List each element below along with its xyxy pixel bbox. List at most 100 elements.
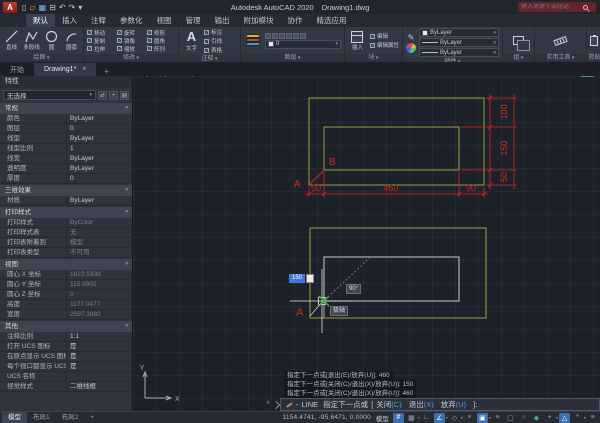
property-row[interactable]: 打印表附着到 模型	[0, 238, 132, 248]
lineweight-display-icon[interactable]: ≡	[492, 413, 503, 423]
ribbon-tab[interactable]: 协作	[281, 14, 310, 27]
command-option[interactable]: 放弃(U)	[441, 399, 466, 410]
match-properties-icon[interactable]: ✎	[408, 33, 415, 42]
section-header-3d[interactable]: 三维效果	[0, 185, 132, 196]
layer-tool-icon[interactable]	[265, 32, 271, 39]
section-header-general[interactable]: 常规	[0, 103, 132, 114]
modify-tool-button[interactable]: 阵列	[147, 45, 177, 53]
command-option[interactable]: 关闭(C)	[376, 399, 401, 410]
panel-label-annotate[interactable]: 注释	[179, 55, 240, 62]
ribbon-tab[interactable]: 插入	[55, 14, 84, 27]
property-row[interactable]: UCS 名称	[0, 372, 132, 382]
selection-cycling-icon[interactable]: ○	[518, 413, 529, 423]
dim-text-100[interactable]: 100	[499, 104, 509, 119]
property-row[interactable]: 图层 0	[0, 124, 132, 134]
layer-tool-icon[interactable]	[293, 32, 299, 39]
ribbon-tab[interactable]: 参数化	[113, 14, 150, 27]
modify-tool-button[interactable]: 拉伸	[87, 45, 117, 53]
layer-tool-icon[interactable]	[272, 32, 278, 39]
modify-tool-button[interactable]: 复制	[87, 37, 117, 45]
object-snap-icon[interactable]: ▣	[476, 412, 488, 423]
polyline-button[interactable]: 多段线	[23, 30, 40, 51]
ribbon-tab[interactable]: 输出	[208, 14, 237, 27]
label-a-top[interactable]: A	[294, 179, 301, 190]
command-line[interactable]: - LINE 指定下一点或 [ 关闭(C) 退出(X) 放弃(U) ]:	[280, 398, 600, 411]
property-row[interactable]: 每个视口都显示 UCS 是	[0, 362, 132, 372]
ortho-icon[interactable]: ∟	[421, 413, 432, 423]
linetype-dropdown[interactable]: ByLayer	[419, 48, 499, 57]
block-edit-button[interactable]: 编辑	[369, 32, 399, 40]
panel-label-modify[interactable]: 修改	[84, 54, 178, 62]
panel-label-utilities[interactable]: 实用工具	[535, 54, 586, 62]
object-color-dropdown[interactable]: ByLayer	[419, 28, 499, 37]
layer-properties-icon[interactable]	[244, 33, 262, 48]
polar-tracking-icon[interactable]: ∠	[433, 412, 445, 423]
quick-select-icon[interactable]: ▤	[120, 90, 129, 100]
modify-tool-button[interactable]: 圆角	[147, 37, 177, 45]
file-tab-drawing1[interactable]: Drawing1* ×	[34, 63, 97, 76]
file-tab-start[interactable]: 开始	[0, 63, 34, 76]
inner-rectangle-in-progress[interactable]	[323, 256, 460, 302]
dimension-button[interactable]: 标注	[204, 28, 222, 36]
property-row[interactable]: 高度 1177.0477	[0, 300, 132, 310]
table-button[interactable]: 表格	[204, 46, 222, 54]
ribbon-tab[interactable]: 精选应用	[310, 14, 354, 27]
customize-wrench-icon[interactable]	[286, 401, 293, 408]
selection-dropdown[interactable]: 无选择	[3, 90, 96, 100]
leader-button[interactable]: 引线	[204, 37, 222, 45]
arc-button[interactable]: 圆弧	[63, 30, 80, 51]
command-close-icon[interactable]: ×	[266, 400, 270, 408]
panel-label-properties[interactable]: 特性	[403, 58, 502, 62]
panel-label-layers[interactable]: 图层	[241, 54, 344, 62]
property-row[interactable]: 打开 UCS 图标是	[0, 342, 132, 352]
grid-icon[interactable]: #	[392, 412, 404, 423]
property-row[interactable]: 颜色 ByLayer	[0, 114, 132, 124]
layer-tool-icon[interactable]	[279, 32, 285, 39]
label-b-top[interactable]: B	[329, 157, 336, 168]
text-button[interactable]: A 文字	[182, 30, 201, 53]
section-header-view[interactable]: 视图	[0, 259, 132, 270]
select-objects-icon[interactable]: +	[109, 90, 118, 100]
toggle-pickadd-icon[interactable]: ⇄	[98, 90, 107, 100]
line-button[interactable]: 直线	[3, 30, 20, 51]
panel-label-block[interactable]: 块	[345, 54, 402, 62]
command-option[interactable]: 退出(X)	[409, 399, 434, 410]
group-icon[interactable]	[513, 36, 530, 51]
transparency-icon[interactable]: ▢	[505, 413, 516, 423]
drawing-canvas[interactable]: [-] [俯视] [二维线框] A B 50 460 90	[133, 67, 600, 411]
annotation-visibility-icon[interactable]: △	[558, 412, 570, 423]
add-layout-plus-icon[interactable]: +	[84, 412, 100, 423]
edit-attributes-button[interactable]: 编辑属性	[369, 41, 399, 49]
property-row[interactable]: 圆心 Y 坐标 115.9902	[0, 280, 132, 290]
outer-rectangle-bottom[interactable]	[309, 227, 487, 319]
close-icon[interactable]: ×	[82, 66, 86, 73]
modify-tool-button[interactable]: 移动	[87, 29, 117, 37]
workspace-icon[interactable]: *	[572, 413, 583, 423]
isometric-icon[interactable]: ◇	[449, 413, 460, 423]
ribbon-tab[interactable]: 注释	[84, 14, 113, 27]
outer-rectangle-top[interactable]	[308, 97, 485, 186]
layer-dropdown[interactable]: 0	[265, 39, 341, 49]
ribbon-tab[interactable]: 视图	[150, 14, 179, 27]
gizmo-icon[interactable]: +	[544, 413, 555, 423]
property-row[interactable]: 线宽 ByLayer	[0, 154, 132, 164]
dynamic-input-angle-field[interactable]	[306, 274, 314, 283]
modify-tool-button[interactable]: 缩放	[117, 45, 147, 53]
tab-model[interactable]: 模型	[2, 412, 27, 423]
layer-tool-icon[interactable]	[286, 32, 292, 39]
dim-text-50[interactable]: 50	[311, 183, 321, 193]
property-row[interactable]: 厚度 0	[0, 174, 132, 184]
panel-label-draw[interactable]: 绘图	[0, 54, 83, 62]
customize-menu-icon[interactable]: ≡	[587, 413, 598, 423]
modify-tool-button[interactable]: 修剪	[147, 29, 177, 37]
ribbon-tab[interactable]: 附加模块	[237, 14, 281, 27]
property-row[interactable]: 打印样式表无	[0, 228, 132, 238]
model-space-button[interactable]: 模型	[376, 413, 389, 423]
command-resize-icon[interactable]	[271, 400, 281, 410]
dim-text-90[interactable]: 90	[466, 183, 476, 193]
property-row[interactable]: 在原点显示 UCS 图标是	[0, 352, 132, 362]
property-row[interactable]: 宽度 2597.3882	[0, 310, 132, 320]
panel-label-group[interactable]: 组	[503, 54, 534, 62]
dim-text-150[interactable]: 150	[499, 140, 509, 155]
insert-block-button[interactable]: 插入	[348, 30, 367, 51]
